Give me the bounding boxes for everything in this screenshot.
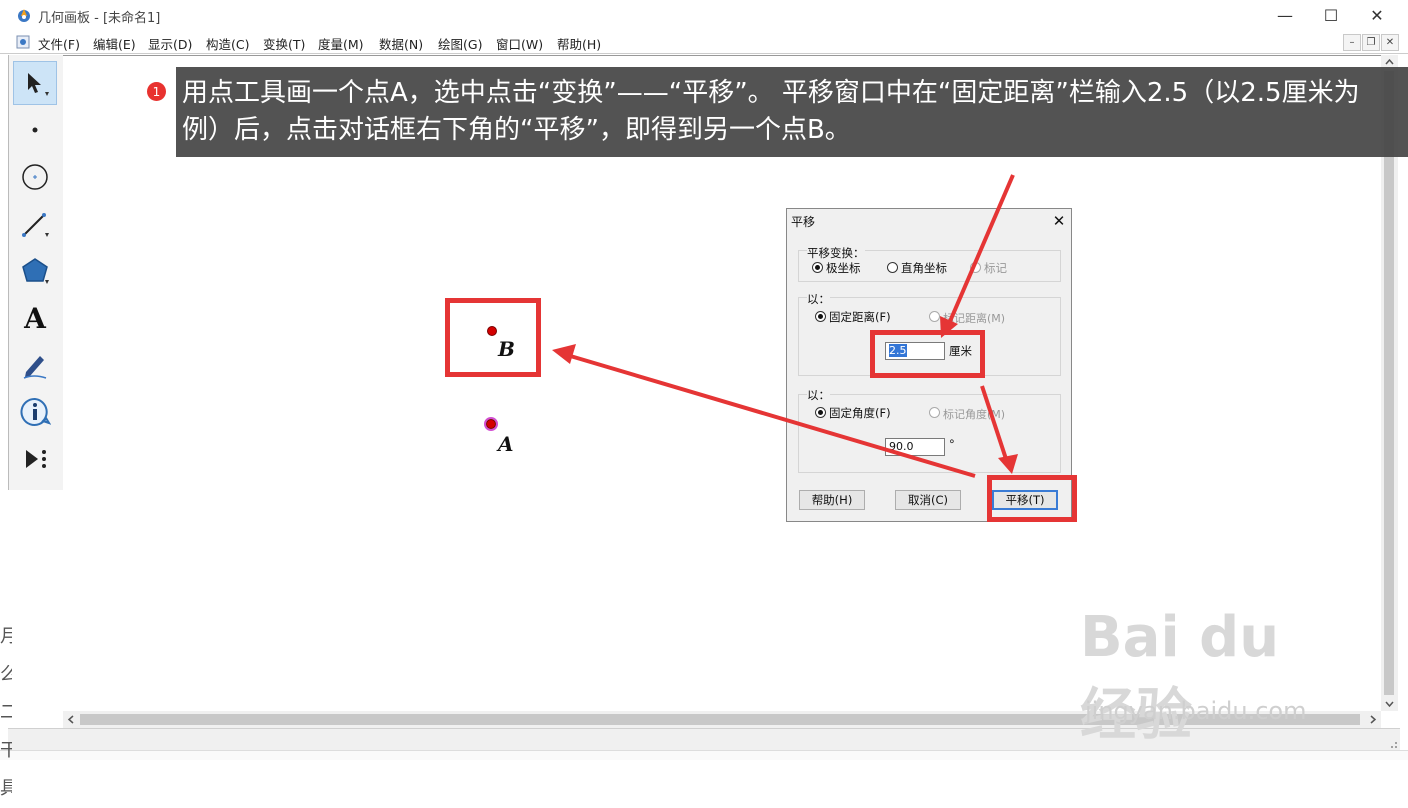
baidu-watermark-logo: Bai du 经验	[1080, 605, 1280, 748]
watermark-url: jingyan.baidu.com	[1085, 697, 1307, 725]
arrow-to-translate-button	[980, 385, 1010, 466]
arrowhead-point-b-icon	[552, 344, 576, 364]
arrow-to-distance	[946, 174, 1015, 327]
arrow-to-point-b	[566, 353, 976, 478]
arrowhead-translate-icon	[998, 454, 1018, 474]
